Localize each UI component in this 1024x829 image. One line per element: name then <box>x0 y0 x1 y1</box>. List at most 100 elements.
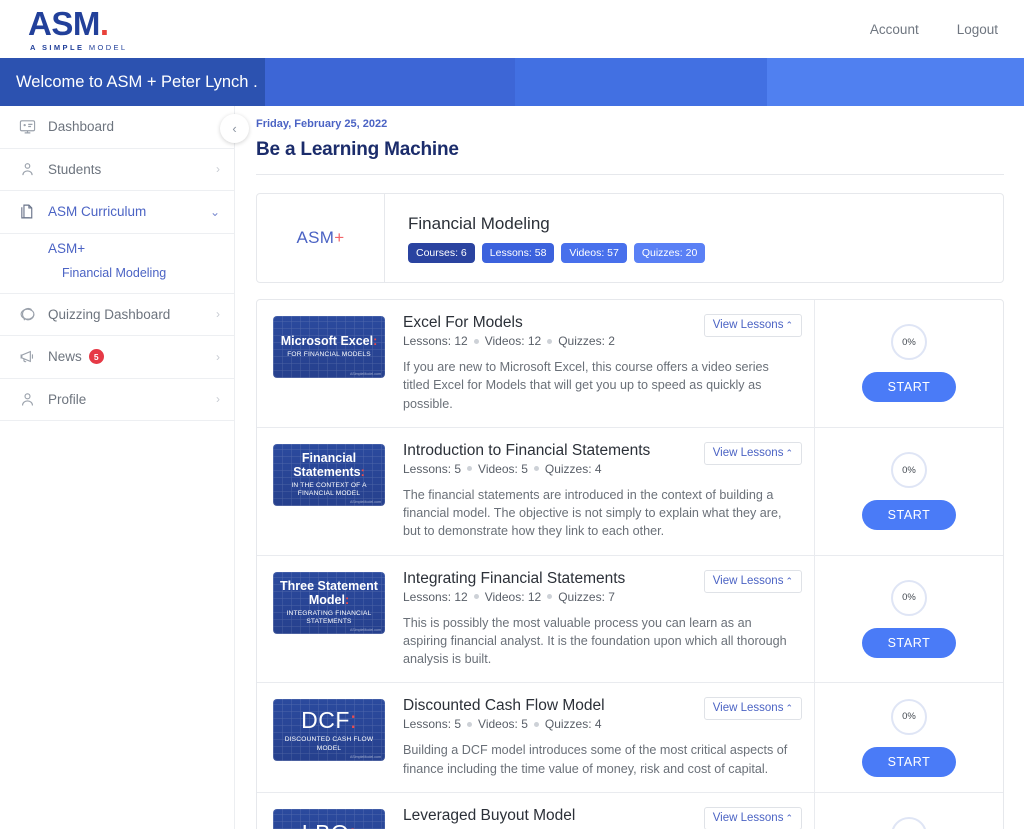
sidebar-item-news[interactable]: News 5 › <box>0 336 234 379</box>
thumbnail-colon: : <box>361 465 365 479</box>
thumbnail-title-text: Microsoft Excel <box>281 334 373 348</box>
course-progress-cell: 0%START <box>815 793 1003 829</box>
videos-count: Videos: 12 <box>485 590 542 604</box>
logo-tagline: A SIMPLE MODEL <box>28 43 128 52</box>
view-lessons-label: View Lessons <box>713 702 784 714</box>
start-button[interactable]: START <box>862 372 957 402</box>
view-lessons-button[interactable]: View Lessons⌃ <box>704 314 802 337</box>
chevron-up-icon: ⌃ <box>785 703 793 713</box>
lessons-count: Lessons: 12 <box>403 334 468 348</box>
thumbnail-title: LBO: <box>298 821 360 829</box>
welcome-text: Welcome to ASM + Peter Lynch . <box>0 73 258 92</box>
title-divider <box>256 174 1004 175</box>
start-button[interactable]: START <box>862 500 957 530</box>
progress-ring: 0% <box>891 580 927 616</box>
sidebar-item-label: Students <box>48 162 101 177</box>
view-lessons-label: View Lessons <box>713 575 784 587</box>
course-details-cell: Financial Statements: IN THE CONTEXT OF A… <box>257 428 815 555</box>
course-progress-cell: 0% START <box>815 556 1003 683</box>
thumbnail-watermark: ASimpleModel.com <box>350 628 381 632</box>
course-row: LBO:LEVERAGED BUYOUT MODELASimpleModel.c… <box>257 793 1003 829</box>
course-table: Microsoft Excel: FOR FINANCIAL MODELS ASim… <box>256 299 1004 829</box>
quizzes-count: Quizzes: 4 <box>545 717 602 731</box>
news-count-badge: 5 <box>89 349 104 364</box>
sidebar-subitem-asm-plus[interactable]: ASM+ <box>0 236 234 261</box>
thumbnail-title-text: LBO <box>302 820 350 829</box>
thumbnail-title-text: Financial Statements <box>293 451 360 479</box>
meta-separator-icon <box>547 594 552 599</box>
course-details-cell: DCF:DISCOUNTED CASH FLOW MODELASimpleMod… <box>257 683 815 792</box>
top-navigation: Account Logout <box>870 22 998 37</box>
thumbnail-watermark: ASimpleModel.com <box>350 372 381 376</box>
sidebar-item-students[interactable]: Students › <box>0 149 234 192</box>
thumbnail-colon: : <box>373 334 377 348</box>
thumbnail-subtitle: IN THE CONTEXT OF A FINANCIAL MODEL <box>273 482 385 498</box>
sidebar: ‹ Dashboard Students › <box>0 106 235 829</box>
page-title: Be a Learning Machine <box>256 139 1004 161</box>
view-lessons-label: View Lessons <box>713 319 784 331</box>
view-lessons-button[interactable]: View Lessons⌃ <box>704 570 802 593</box>
sidebar-item-quizzing-dashboard[interactable]: Quizzing Dashboard › <box>0 294 234 337</box>
progress-ring: 0% <box>891 817 927 829</box>
logo-main-text: ASM <box>28 5 100 42</box>
logo-text: ASM. <box>28 7 109 40</box>
sidebar-subitem-financial-modeling[interactable]: Financial Modeling <box>0 261 234 285</box>
course-description: This is possibly the most valuable proce… <box>403 614 798 669</box>
course-progress-cell: 0%START <box>815 300 1003 427</box>
view-lessons-button[interactable]: View Lessons⌃ <box>704 807 802 829</box>
course-details-cell: LBO:LEVERAGED BUYOUT MODELASimpleModel.c… <box>257 793 815 829</box>
banner-segment-4 <box>767 58 1024 106</box>
thumbnail-colon: : <box>349 820 356 829</box>
view-lessons-button[interactable]: View Lessons⌃ <box>704 697 802 720</box>
sidebar-item-dashboard[interactable]: Dashboard <box>0 106 234 149</box>
top-bar: ASM. A SIMPLE MODEL Account Logout <box>0 0 1024 58</box>
start-button[interactable]: START <box>862 747 957 777</box>
course-progress-cell: 0%START <box>815 683 1003 792</box>
sidebar-item-profile[interactable]: Profile › <box>0 379 234 422</box>
chevron-up-icon: ⌃ <box>785 576 793 586</box>
banner-segment-1: Welcome to ASM + Peter Lynch . <box>0 58 265 106</box>
start-button[interactable]: START <box>862 628 957 658</box>
course-description: Building a DCF model introduces some of … <box>403 741 798 778</box>
banner-segment-2 <box>265 58 515 106</box>
program-name: Financial Modeling <box>408 214 705 234</box>
view-lessons-label: View Lessons <box>713 812 784 824</box>
view-lessons-button[interactable]: View Lessons⌃ <box>704 442 802 465</box>
asm-logo[interactable]: ASM. A SIMPLE MODEL <box>28 7 128 52</box>
sidebar-item-asm-curriculum[interactable]: ASM Curriculum ⌄ <box>0 191 234 234</box>
thumbnail-subtitle: FOR FINANCIAL MODELS <box>282 351 376 359</box>
course-description: The financial statements are introduced … <box>403 486 798 541</box>
lessons-count: Lessons: 5 <box>403 717 461 731</box>
thumbnail-subtitle: INTEGRATING FINANCIAL STATEMENTS <box>273 610 385 626</box>
chevron-up-icon: ⌃ <box>785 448 793 458</box>
course-description: If you are new to Microsoft Excel, this … <box>403 358 798 413</box>
thumbnail-colon: : <box>350 707 357 733</box>
account-link[interactable]: Account <box>870 22 919 37</box>
meta-separator-icon <box>474 339 479 344</box>
course-info: Discounted Cash Flow ModelLessons: 5Vide… <box>385 697 802 778</box>
logout-link[interactable]: Logout <box>957 22 998 37</box>
logo-tagline-bold: A SIMPLE <box>30 43 89 52</box>
dashboard-icon <box>14 118 40 135</box>
lessons-count: Lessons: 12 <box>403 590 468 604</box>
meta-separator-icon <box>467 466 472 471</box>
students-icon <box>14 161 40 178</box>
thumbnail-title-text: DCF <box>301 707 350 733</box>
welcome-banner: Welcome to ASM + Peter Lynch . <box>0 58 1024 106</box>
sidebar-subgroup: ASM+ Financial Modeling <box>0 234 234 294</box>
program-logo-plus: + <box>334 228 344 248</box>
sidebar-item-label: Dashboard <box>48 119 114 134</box>
program-body: Financial Modeling Courses: 6Lessons: 58… <box>385 194 705 282</box>
program-logo: ASM+ <box>257 194 385 282</box>
thumbnail-colon: : <box>345 593 349 607</box>
course-info: Excel For ModelsLessons: 12Videos: 12Qui… <box>385 314 802 413</box>
videos-count: Videos: 5 <box>478 717 528 731</box>
chevron-right-icon: › <box>216 308 220 320</box>
course-progress-cell: 0%START <box>815 428 1003 555</box>
logo-tagline-light: MODEL <box>89 43 128 52</box>
sidebar-collapse-button[interactable]: ‹ <box>220 114 249 143</box>
thumbnail-title: Financial Statements: <box>273 451 385 479</box>
course-thumbnail: DCF:DISCOUNTED CASH FLOW MODELASimpleMod… <box>273 699 385 761</box>
thumbnail-title-text: Three Statement Model <box>280 579 378 607</box>
lessons-count: Lessons: 5 <box>403 462 461 476</box>
